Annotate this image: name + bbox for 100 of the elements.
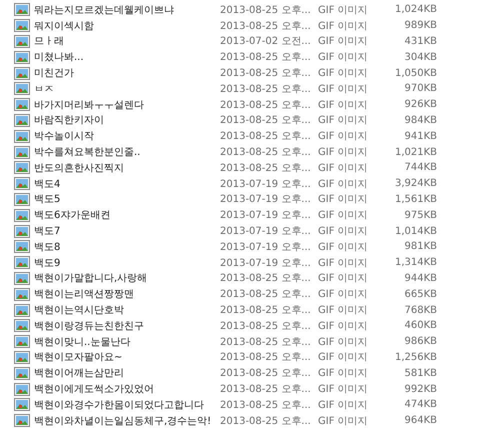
image-file-icon [14, 256, 30, 270]
image-file-icon [14, 82, 30, 96]
file-size: 744KB [403, 162, 437, 174]
file-date: 2013-07-02 오전... [220, 35, 312, 48]
file-size: 986KB [403, 336, 437, 348]
image-file-icon [14, 192, 30, 206]
image-file-icon [14, 335, 30, 348]
file-name[interactable]: 백현이모자팔아요~ [34, 350, 220, 364]
file-name[interactable]: 미친건가 [34, 66, 220, 80]
file-name[interactable]: 백현이에게도썩소가있었어 [34, 382, 220, 396]
file-name[interactable]: 백도9 [34, 256, 220, 270]
file-type: GIF 이미지 [318, 240, 369, 254]
file-size: 665KB [403, 288, 437, 300]
image-file-icon [14, 98, 30, 112]
file-name[interactable]: ㅂㅈ [34, 82, 220, 96]
file-date: 2013-07-19 오후... [220, 256, 312, 270]
file-size: 304KB [403, 52, 437, 63]
file-name[interactable]: 백현이랑경듀는친한친구 [34, 318, 220, 333]
file-date: 2013-08-25 오후... [220, 130, 312, 144]
image-file-icon [14, 19, 30, 32]
file-name[interactable]: 백현이는역시단호박 [34, 303, 220, 318]
image-file-icon [14, 398, 30, 412]
file-size: 460KB [403, 320, 437, 332]
file-size: 474KB [403, 399, 437, 410]
file-size: 1,256KB [394, 352, 437, 363]
file-type: GIF 이미지 [318, 82, 369, 96]
image-file-icon [14, 66, 30, 80]
file-name[interactable]: 백현이와경수가한몸이되었다고합니다 [34, 398, 220, 412]
file-type: GIF 이미지 [318, 67, 369, 80]
file-type: GIF 이미지 [318, 304, 369, 318]
file-size: 944KB [403, 272, 437, 284]
file-name[interactable]: 바가지머리봐ㅜㅜ설렌다 [34, 98, 220, 112]
file-size: 1,050KB [394, 68, 437, 79]
file-type: GIF 이미지 [318, 367, 369, 380]
file-size: 581KB [403, 368, 437, 379]
file-name[interactable]: 뭐라는지모르겠는데웰케이쁘냐 [34, 2, 220, 17]
file-type: GIF 이미지 [318, 4, 369, 17]
image-file-icon [14, 414, 30, 428]
file-type: GIF 이미지 [318, 383, 369, 396]
file-date: 2013-08-25 오후... [220, 4, 312, 17]
file-name[interactable]: 백현이와차녈이는일심동체구,경수는악! [34, 414, 220, 428]
file-name[interactable]: 백도5 [34, 192, 220, 206]
file-type: GIF 이미지 [318, 336, 369, 349]
file-type: GIF 이미지 [318, 256, 369, 270]
file-type: GIF 이미지 [318, 98, 369, 112]
file-type: GIF 이미지 [318, 209, 369, 222]
image-file-icon [14, 288, 30, 301]
file-name[interactable]: 백현이맞니..눈물난다 [34, 334, 220, 349]
file-date: 2013-08-25 오후... [220, 98, 312, 112]
file-name[interactable]: 바람직한키자이 [34, 113, 220, 128]
file-date: 2013-08-25 오후... [220, 367, 312, 380]
file-size: 1,561KB [394, 194, 437, 205]
file-size: 1,014KB [394, 226, 437, 237]
file-size: 989KB [403, 20, 437, 32]
file-date: 2013-08-25 오후... [220, 114, 312, 128]
file-name[interactable]: 백도6쟈가운배켠 [34, 208, 220, 222]
file-date: 2013-08-25 오후... [220, 51, 312, 64]
image-file-icon [14, 350, 30, 364]
image-file-icon [14, 130, 30, 143]
file-name[interactable]: 미쳤나봐... [34, 50, 220, 64]
file-type: GIF 이미지 [318, 288, 369, 302]
image-file-icon [14, 177, 30, 190]
file-name[interactable]: 백도4 [34, 176, 220, 191]
image-file-icon [14, 114, 30, 127]
image-file-icon [14, 50, 30, 64]
image-file-icon [14, 3, 30, 16]
file-type: GIF 이미지 [318, 178, 369, 191]
file-type: GIF 이미지 [318, 320, 369, 333]
file-date: 2013-08-25 오후... [220, 351, 312, 364]
file-name[interactable]: 반도의흔한사진찍지 [34, 160, 220, 175]
file-name[interactable]: 박수놀이시작 [34, 129, 220, 144]
file-type: GIF 이미지 [318, 272, 369, 286]
file-date: 2013-08-25 오후... [220, 383, 312, 396]
file-type: GIF 이미지 [318, 146, 369, 160]
file-name[interactable]: 므ㅏ래 [34, 34, 220, 48]
file-size: 1,314KB [394, 257, 437, 268]
file-date: 2013-08-25 오후... [220, 20, 312, 33]
file-size: 992KB [403, 384, 437, 395]
file-name[interactable]: 백현이는리액션짱짱맨 [34, 287, 220, 302]
file-name[interactable]: 백도7 [34, 224, 220, 238]
file-date: 2013-07-19 오후... [220, 193, 312, 206]
file-type: GIF 이미지 [318, 35, 369, 48]
file-size: 941KB [403, 130, 437, 142]
file-name[interactable]: 뭐지이섹시함 [34, 18, 220, 33]
file-date: 2013-08-25 오후... [220, 82, 312, 96]
file-type: GIF 이미지 [318, 20, 369, 33]
image-file-icon [14, 161, 30, 174]
image-file-icon [14, 240, 30, 254]
file-date: 2013-08-25 오후... [220, 146, 312, 160]
file-date: 2013-08-25 오후... [220, 272, 312, 286]
file-name[interactable]: 백현이가말합니다,사랑해 [34, 271, 220, 286]
file-name[interactable]: 박수를쳐요복한분인줄.. [34, 145, 220, 160]
file-name[interactable]: 백현이어깨는삼만리 [34, 366, 220, 380]
file-size: 1,021KB [394, 146, 437, 158]
file-type: GIF 이미지 [318, 225, 369, 238]
file-type: GIF 이미지 [318, 51, 369, 64]
image-file-icon [14, 272, 30, 285]
image-file-icon [14, 304, 30, 317]
file-name[interactable]: 백도8 [34, 240, 220, 254]
file-date: 2013-07-19 오후... [220, 225, 312, 238]
